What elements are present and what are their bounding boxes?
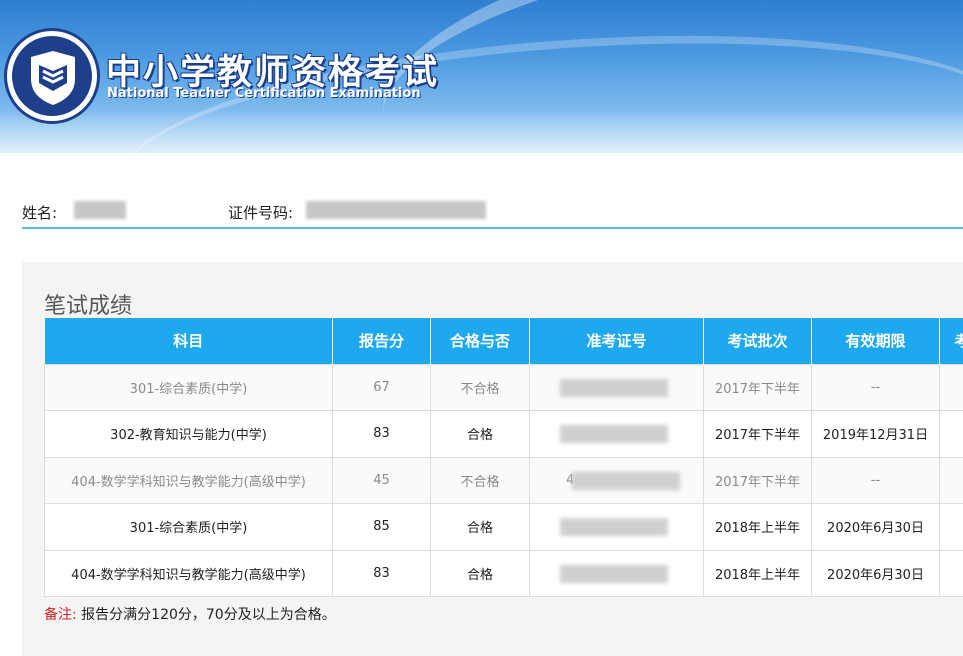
truncated-cell	[939, 503, 963, 551]
subject-cell: 302-教育知识与能力(中学)	[44, 410, 333, 458]
column-header-valid: 有效期限	[811, 318, 940, 364]
id-number-label: 证件号码:	[228, 204, 294, 222]
ticket-cell	[529, 549, 704, 597]
subject-cell: 301-综合素质(中学)	[44, 363, 333, 411]
column-header-subject: 科目	[44, 318, 333, 364]
ticket-redacted	[560, 378, 668, 397]
table-row: 301-综合素质(中学) 85 合格 2018年上半年 2020年6月30日	[44, 503, 963, 551]
ticket-cell: 4	[529, 456, 704, 504]
column-header-truncated: 考	[939, 318, 963, 364]
subject-cell: 404-数学学科知识与教学能力(高级中学)	[44, 456, 333, 504]
header-banner: 中小学教师资格考试 National Teacher Certification…	[0, 0, 963, 153]
book-shield-icon	[31, 51, 75, 105]
banner-haze	[0, 110, 963, 153]
truncated-cell	[939, 549, 963, 597]
batch-cell: 2017年下半年	[703, 410, 812, 458]
score-note: 备注: 报告分满分120分，70分及以上为合格。	[44, 604, 336, 624]
score-cell: 67	[332, 363, 431, 411]
subject-cell: 301-综合素质(中学)	[44, 503, 333, 551]
table-row: 404-数学学科知识与教学能力(高级中学) 45 不合格 4 2017年下半年 …	[44, 456, 963, 504]
table-header-row: 科目 报告分 合格与否 准考证号 考试批次 有效期限 考	[44, 318, 963, 364]
batch-cell: 2018年上半年	[703, 503, 812, 551]
table-row: 302-教育知识与能力(中学) 83 合格 2017年下半年 2019年12月3…	[44, 410, 963, 458]
valid-cell: 2019年12月31日	[811, 410, 940, 458]
name-label: 姓名:	[22, 204, 58, 222]
pass-cell: 合格	[430, 410, 530, 458]
valid-cell: 2020年6月30日	[811, 503, 940, 551]
name-redacted	[74, 201, 126, 219]
pass-cell: 不合格	[430, 456, 530, 504]
score-cell: 83	[332, 549, 431, 597]
valid-cell: 2020年6月30日	[811, 549, 940, 597]
truncated-cell	[939, 363, 963, 411]
score-table: 科目 报告分 合格与否 准考证号 考试批次 有效期限 考 301-综合素质(中学…	[44, 318, 963, 597]
table-row: 404-数学学科知识与教学能力(高级中学) 83 合格 2018年上半年 202…	[44, 549, 963, 597]
note-text: 报告分满分120分，70分及以上为合格。	[81, 607, 336, 623]
site-subtitle: National Teacher Certification Examinati…	[107, 86, 421, 101]
identity-row: 姓名: 证件号码:	[22, 195, 963, 229]
ticket-cell	[529, 363, 704, 411]
score-cell: 83	[332, 410, 431, 458]
ticket-cell	[529, 503, 704, 551]
pass-cell: 不合格	[430, 363, 530, 411]
score-cell: 45	[332, 456, 431, 504]
column-header-batch: 考试批次	[703, 318, 812, 364]
note-label: 备注:	[44, 607, 77, 623]
ticket-redacted	[572, 471, 680, 490]
batch-cell: 2017年下半年	[703, 363, 812, 411]
column-header-score: 报告分	[332, 318, 431, 364]
pass-cell: 合格	[430, 549, 530, 597]
pass-cell: 合格	[430, 503, 530, 551]
ticket-cell	[529, 410, 704, 458]
truncated-cell	[939, 410, 963, 458]
ticket-redacted	[560, 564, 668, 583]
truncated-cell	[939, 456, 963, 504]
column-header-ticket: 准考证号	[529, 318, 704, 364]
valid-cell: --	[811, 363, 940, 411]
score-cell: 85	[332, 503, 431, 551]
valid-cell: --	[811, 456, 940, 504]
id-number-redacted	[306, 201, 486, 219]
column-header-pass: 合格与否	[430, 318, 530, 364]
table-row: 301-综合素质(中学) 67 不合格 2017年下半年 --	[44, 363, 963, 411]
batch-cell: 2017年下半年	[703, 456, 812, 504]
ticket-redacted	[560, 518, 668, 536]
ticket-redacted	[560, 425, 668, 443]
exam-logo-icon	[4, 28, 100, 124]
subject-cell: 404-数学学科知识与教学能力(高级中学)	[44, 549, 333, 597]
batch-cell: 2018年上半年	[703, 549, 812, 597]
section-title: 笔试成绩	[44, 294, 133, 319]
